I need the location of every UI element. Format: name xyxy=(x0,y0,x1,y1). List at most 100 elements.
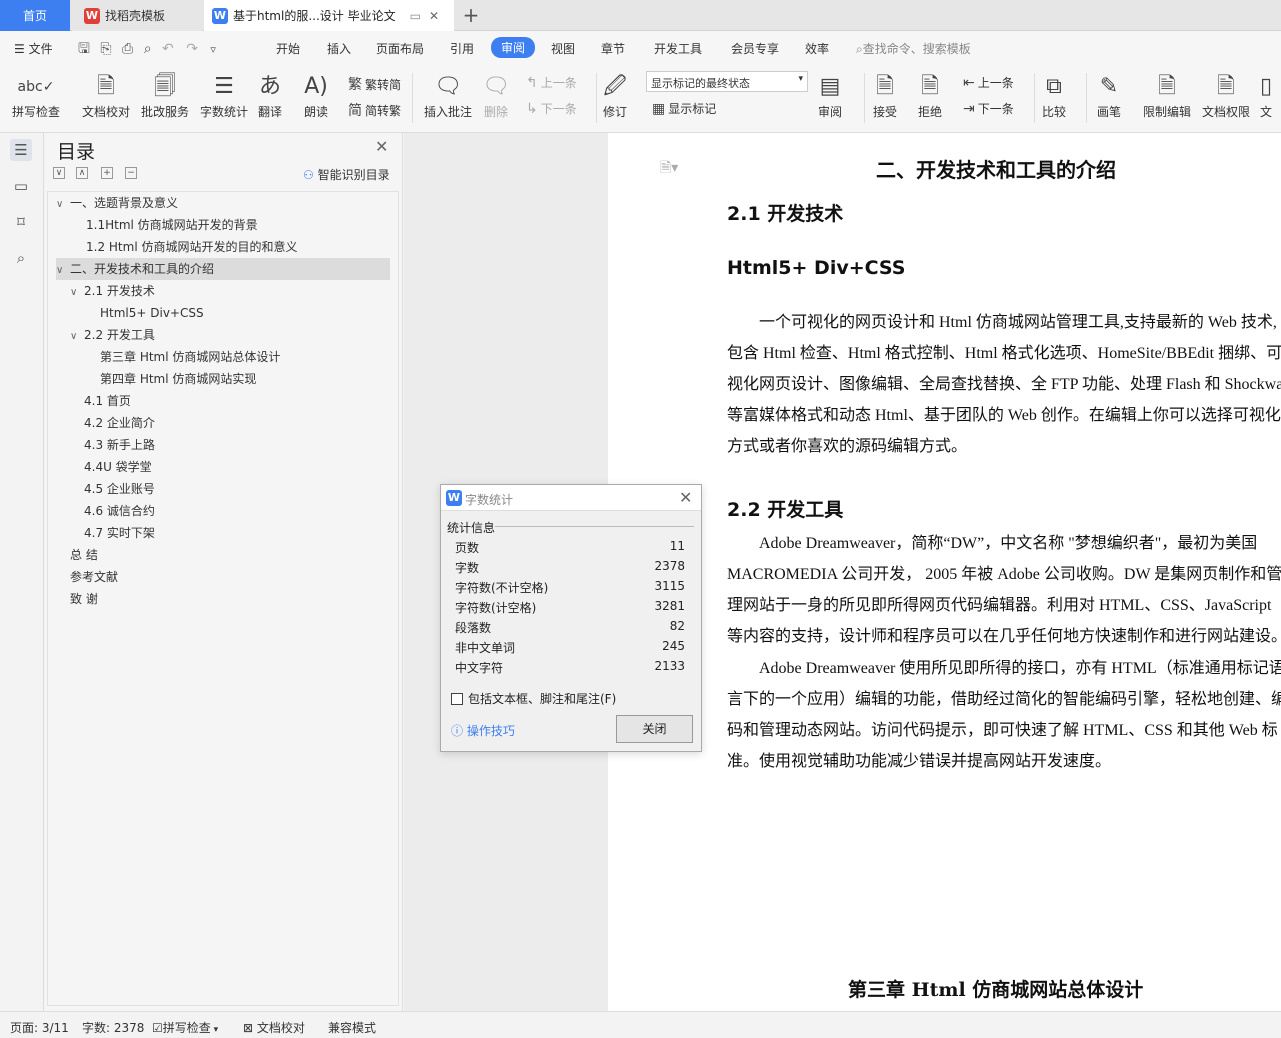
word-count-button[interactable]: ☰ 字数统计 xyxy=(200,71,248,120)
checkbox-box[interactable] xyxy=(451,692,463,705)
menu-efficiency[interactable]: 效率 xyxy=(805,40,829,57)
proofread-status[interactable]: ⊠ 文档校对 xyxy=(243,1019,305,1036)
toc-item[interactable]: Html5+ Div+CSS xyxy=(56,302,390,324)
menu-page-layout[interactable]: 页面布局 xyxy=(376,40,424,57)
next-comment-button[interactable]: ↳ 下一条 xyxy=(526,100,577,117)
dialog-titlebar[interactable]: W 字数统计 ✕ xyxy=(441,485,701,511)
bookmark-icon[interactable]: ⌑ xyxy=(10,211,32,233)
menu-review[interactable]: 审阅 xyxy=(491,37,536,58)
to-simplified-button[interactable]: 繁繁转简 xyxy=(348,74,401,94)
toc-item[interactable]: 4.6 诚信合约 xyxy=(56,500,390,522)
next-change-button[interactable]: ⇥ 下一条 xyxy=(963,100,1014,117)
menu-insert[interactable]: 插入 xyxy=(327,40,351,57)
toc-item[interactable]: 1.2 Html 仿商城网站开发的目的和意义 xyxy=(56,236,390,258)
close-button[interactable]: 关闭 xyxy=(616,715,693,743)
to-traditional-button[interactable]: 简简转繁 xyxy=(348,100,401,120)
close-icon[interactable]: ✕ xyxy=(679,488,692,507)
add-heading-icon[interactable]: + xyxy=(101,167,113,179)
revise-service-button[interactable]: 🗐 批改服务 xyxy=(141,71,189,120)
chevron-down-icon[interactable]: ∨ xyxy=(70,282,84,304)
menu-chapter[interactable]: 章节 xyxy=(601,40,625,57)
tab-document[interactable]: W 基于html的服...设计 毕业论文 ▭ ✕ xyxy=(204,0,454,31)
toc-item[interactable]: 4.3 新手上路 xyxy=(56,434,390,456)
show-markup-button[interactable]: ▦ 显示标记 xyxy=(652,100,716,117)
tips-link[interactable]: ⓘ 操作技巧 xyxy=(451,722,515,739)
search-icon[interactable]: ⌕ xyxy=(10,247,32,269)
spell-check-button[interactable]: abc✓ 拼写检查 xyxy=(12,71,60,120)
print-preview-icon[interactable]: ⌕ xyxy=(144,41,152,57)
chapter-nav-icon[interactable]: ▭ xyxy=(10,175,32,197)
paragraph-options-icon[interactable]: 🗎▾ xyxy=(660,157,678,181)
chevron-down-icon[interactable]: ∨ xyxy=(56,260,70,282)
review-pane-button[interactable]: ▤ 审阅 xyxy=(818,71,842,120)
undo-icon[interactable]: ↶ xyxy=(162,41,174,57)
doc-permission-button[interactable]: 🗎 文档权限 xyxy=(1202,71,1250,120)
tab-templates[interactable]: W 找稻壳模板 xyxy=(72,0,202,31)
pen-button[interactable]: ✎ 画笔 xyxy=(1097,71,1121,120)
export-icon[interactable]: ⎘ xyxy=(100,41,111,57)
command-search[interactable]: ⌕查找命令、搜索模板 xyxy=(856,40,971,57)
print-icon[interactable]: ⎙ xyxy=(122,41,133,57)
doc-proofread-label: 文档校对 xyxy=(82,105,131,119)
menu-references[interactable]: 引用 xyxy=(450,40,474,57)
markup-state-select[interactable]: 显示标记的最终状态 ▾ xyxy=(646,71,808,92)
prev-comment-button[interactable]: ↰ 上一条 xyxy=(526,74,577,91)
close-icon[interactable]: ✕ xyxy=(375,137,388,156)
tab-close-icon[interactable]: ✕ xyxy=(429,9,439,23)
toc-item[interactable]: 4.4U 袋学堂 xyxy=(56,456,390,478)
insert-comment-button[interactable]: 🗨 插入批注 xyxy=(424,71,472,120)
compare-button[interactable]: ⧉ 比较 xyxy=(1042,71,1066,120)
page-indicator[interactable]: 页面: 3/11 xyxy=(10,1019,69,1036)
translate-button[interactable]: あ翻译 xyxy=(258,71,282,120)
menu-start[interactable]: 开始 xyxy=(276,40,300,57)
toc-item[interactable]: ∨ 一、选题背景及意义 xyxy=(56,192,390,214)
spell-check-status[interactable]: ☑拼写检查 ▾ xyxy=(152,1019,218,1036)
document-page[interactable]: 🗎▾ 二、开发技术和工具的介绍 2.1 开发技术 Html5+ Div+CSS … xyxy=(608,133,1281,1011)
doc-proofread-button[interactable]: 🗎 文档校对 xyxy=(82,71,130,120)
smart-toc-button[interactable]: ⚇ 智能识别目录 xyxy=(303,166,390,183)
toc-item[interactable]: 第四章 Html 仿商城网站实现 xyxy=(56,368,390,390)
toc-item[interactable]: ∨ 2.1 开发技术 xyxy=(56,280,390,302)
toc-item[interactable]: 4.1 首页 xyxy=(56,390,390,412)
chevron-down-icon[interactable]: ∨ xyxy=(56,194,70,216)
file-menu[interactable]: ☰ 文件 xyxy=(14,40,53,57)
toc-item[interactable]: 1.1Html 仿商城网站开发的背景 xyxy=(56,214,390,236)
collapse-all-icon[interactable]: ∨ xyxy=(53,167,65,179)
toc-item[interactable]: ∨ 二、开发技术和工具的介绍 xyxy=(56,258,390,280)
divider xyxy=(495,526,694,527)
remove-heading-icon[interactable]: − xyxy=(125,167,137,179)
menu-developer[interactable]: 开发工具 xyxy=(654,40,702,57)
toc-item[interactable]: 4.7 实时下架 xyxy=(56,522,390,544)
heading-2-1: 2.1 开发技术 xyxy=(727,203,844,225)
delete-comment-button[interactable]: 🗨 删除 xyxy=(482,71,510,120)
prev-change-button[interactable]: ⇤ 上一条 xyxy=(963,74,1014,91)
reject-button[interactable]: 🗎 拒绝 xyxy=(918,71,942,120)
toc-pane-icon[interactable]: ☰ xyxy=(10,139,32,161)
doc-more-button[interactable]: ▯ 文 xyxy=(1260,71,1272,120)
include-textbox-checkbox[interactable]: 包括文本框、脚注和尾注(F) xyxy=(451,690,616,707)
track-changes-button[interactable]: 🖉 修订 xyxy=(603,71,627,120)
toc-item[interactable]: 参考文献 xyxy=(56,566,390,588)
toc-item[interactable]: 致 谢 xyxy=(56,588,390,610)
menu-membership[interactable]: 会员专享 xyxy=(731,40,779,57)
toc-item[interactable]: 第三章 Html 仿商城网站总体设计 xyxy=(56,346,390,368)
toc-item[interactable]: 4.2 企业简介 xyxy=(56,412,390,434)
new-tab-button[interactable]: + xyxy=(458,2,484,28)
toc-item[interactable]: 4.5 企业账号 xyxy=(56,478,390,500)
toc-item-label: 4.3 新手上路 xyxy=(84,438,155,452)
restrict-edit-button[interactable]: 🗎 限制编辑 xyxy=(1143,71,1191,120)
toc-item[interactable]: ∨ 2.2 开发工具 xyxy=(56,324,390,346)
toc-item[interactable]: 总 结 xyxy=(56,544,390,566)
customize-icon[interactable]: ▿ xyxy=(210,43,216,56)
chevron-down-icon[interactable]: ∨ xyxy=(70,326,84,348)
accept-button[interactable]: 🗎 接受 xyxy=(873,71,897,120)
stat-row: 段落数 82 xyxy=(455,619,685,639)
word-count-indicator[interactable]: 字数: 2378 xyxy=(82,1019,144,1036)
save-icon[interactable]: 🖫 xyxy=(78,41,90,57)
menu-view[interactable]: 视图 xyxy=(551,40,575,57)
redo-icon[interactable]: ↷ xyxy=(186,41,198,57)
expand-up-icon[interactable]: ∧ xyxy=(76,167,88,179)
tab-pin-icon[interactable]: ▭ xyxy=(410,9,421,23)
read-aloud-button[interactable]: A) 朗读 xyxy=(304,71,328,120)
tab-home[interactable]: 首页 xyxy=(0,0,70,31)
